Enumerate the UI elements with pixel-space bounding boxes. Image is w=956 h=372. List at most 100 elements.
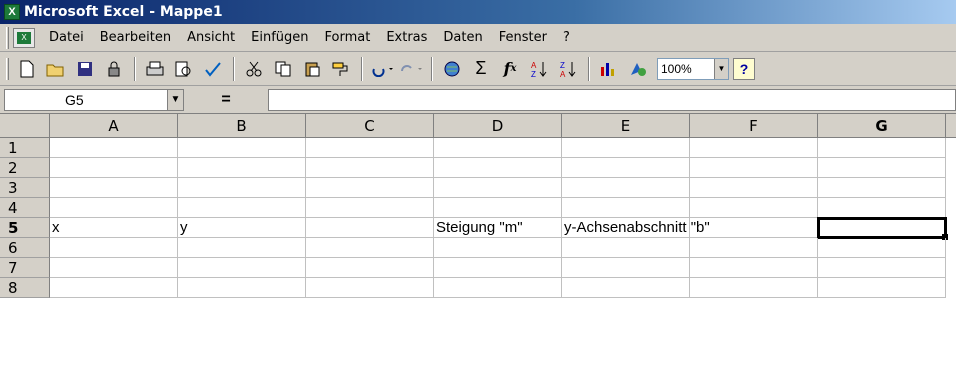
cell[interactable] [178, 198, 306, 218]
cell[interactable] [690, 218, 818, 238]
cell[interactable] [306, 198, 434, 218]
sort-asc-icon[interactable]: AZ [525, 56, 553, 82]
cell[interactable] [818, 198, 946, 218]
print-icon[interactable] [141, 56, 169, 82]
cell[interactable] [178, 158, 306, 178]
active-cell[interactable] [817, 217, 948, 240]
name-box[interactable]: G5 ▼ [4, 88, 184, 111]
menu-daten[interactable]: Daten [435, 30, 490, 45]
toolbar-grip[interactable] [6, 57, 9, 80]
column-header-g[interactable]: G [818, 114, 946, 138]
cell[interactable] [818, 258, 946, 278]
paste-icon[interactable] [298, 56, 326, 82]
cell[interactable] [818, 178, 946, 198]
menu-fenster[interactable]: Fenster [491, 30, 555, 45]
column-header-f[interactable]: F [690, 114, 818, 138]
cell[interactable] [434, 178, 562, 198]
cell[interactable] [50, 238, 178, 258]
cell[interactable] [562, 238, 690, 258]
cell[interactable] [306, 278, 434, 298]
formula-input[interactable] [268, 88, 956, 111]
cell[interactable]: x [50, 218, 178, 238]
autosum-icon[interactable]: Σ [467, 56, 495, 82]
cell[interactable] [50, 198, 178, 218]
menu-bearbeiten[interactable]: Bearbeiten [92, 30, 179, 45]
cell[interactable] [178, 138, 306, 158]
copy-icon[interactable] [269, 56, 297, 82]
cell[interactable] [690, 198, 818, 218]
row-header[interactable]: 6 [0, 238, 50, 258]
drawing-icon[interactable] [624, 56, 652, 82]
column-header-b[interactable]: B [178, 114, 306, 138]
cell[interactable] [50, 158, 178, 178]
cell[interactable] [50, 138, 178, 158]
undo-icon[interactable] [368, 56, 396, 82]
cell[interactable] [178, 258, 306, 278]
cell[interactable] [562, 158, 690, 178]
row-header[interactable]: 4 [0, 198, 50, 218]
sort-desc-icon[interactable]: ZA [554, 56, 582, 82]
spellcheck-icon[interactable] [199, 56, 227, 82]
chart-wizard-icon[interactable] [595, 56, 623, 82]
row-header[interactable]: 1 [0, 138, 50, 158]
cell[interactable] [434, 278, 562, 298]
cell[interactable] [306, 138, 434, 158]
cell[interactable] [690, 278, 818, 298]
cell[interactable] [690, 158, 818, 178]
cell[interactable] [306, 238, 434, 258]
menu-extras[interactable]: Extras [378, 30, 435, 45]
cell[interactable] [434, 198, 562, 218]
equals-button[interactable]: = [184, 89, 268, 111]
cell[interactable] [818, 238, 946, 258]
function-icon[interactable]: fx [496, 56, 524, 82]
cell[interactable]: y-Achsenabschnitt "b" [562, 218, 710, 238]
workbook-icon[interactable]: X [13, 27, 35, 48]
cell[interactable] [690, 258, 818, 278]
cell[interactable] [178, 278, 306, 298]
cell[interactable] [50, 178, 178, 198]
permission-icon[interactable] [100, 56, 128, 82]
select-all-corner[interactable] [0, 114, 50, 138]
cell[interactable] [306, 218, 434, 238]
menu-grip[interactable] [6, 26, 9, 49]
print-preview-icon[interactable] [170, 56, 198, 82]
cell[interactable] [306, 258, 434, 278]
save-icon[interactable] [71, 56, 99, 82]
row-header[interactable]: 2 [0, 158, 50, 178]
help-icon[interactable]: ? [733, 57, 755, 80]
cell[interactable] [818, 278, 946, 298]
new-icon[interactable] [13, 56, 41, 82]
open-icon[interactable] [42, 56, 70, 82]
cell[interactable] [818, 158, 946, 178]
cell[interactable] [818, 138, 946, 158]
menu-ansicht[interactable]: Ansicht [179, 30, 243, 45]
cell[interactable] [178, 178, 306, 198]
cell[interactable] [434, 138, 562, 158]
menu-format[interactable]: Format [317, 30, 379, 45]
cell[interactable] [562, 258, 690, 278]
cell[interactable] [306, 158, 434, 178]
format-painter-icon[interactable] [327, 56, 355, 82]
redo-icon[interactable] [397, 56, 425, 82]
cell[interactable] [50, 258, 178, 278]
cell[interactable] [690, 178, 818, 198]
cell[interactable] [306, 178, 434, 198]
cell[interactable] [434, 158, 562, 178]
row-header[interactable]: 3 [0, 178, 50, 198]
cell[interactable] [562, 278, 690, 298]
cell[interactable] [690, 238, 818, 258]
hyperlink-icon[interactable] [438, 56, 466, 82]
cell[interactable] [562, 198, 690, 218]
row-header[interactable]: 7 [0, 258, 50, 278]
cell[interactable] [50, 278, 178, 298]
column-header-a[interactable]: A [50, 114, 178, 138]
chevron-down-icon[interactable]: ▼ [167, 89, 183, 110]
column-header-e[interactable]: E [562, 114, 690, 138]
zoom-select[interactable]: 100% ▼ [657, 57, 729, 80]
cell[interactable] [562, 178, 690, 198]
row-header[interactable]: 5 [0, 218, 50, 238]
row-header[interactable]: 8 [0, 278, 50, 298]
column-header-c[interactable]: C [306, 114, 434, 138]
cell[interactable] [690, 138, 818, 158]
excel-app-icon[interactable]: X [4, 4, 20, 20]
